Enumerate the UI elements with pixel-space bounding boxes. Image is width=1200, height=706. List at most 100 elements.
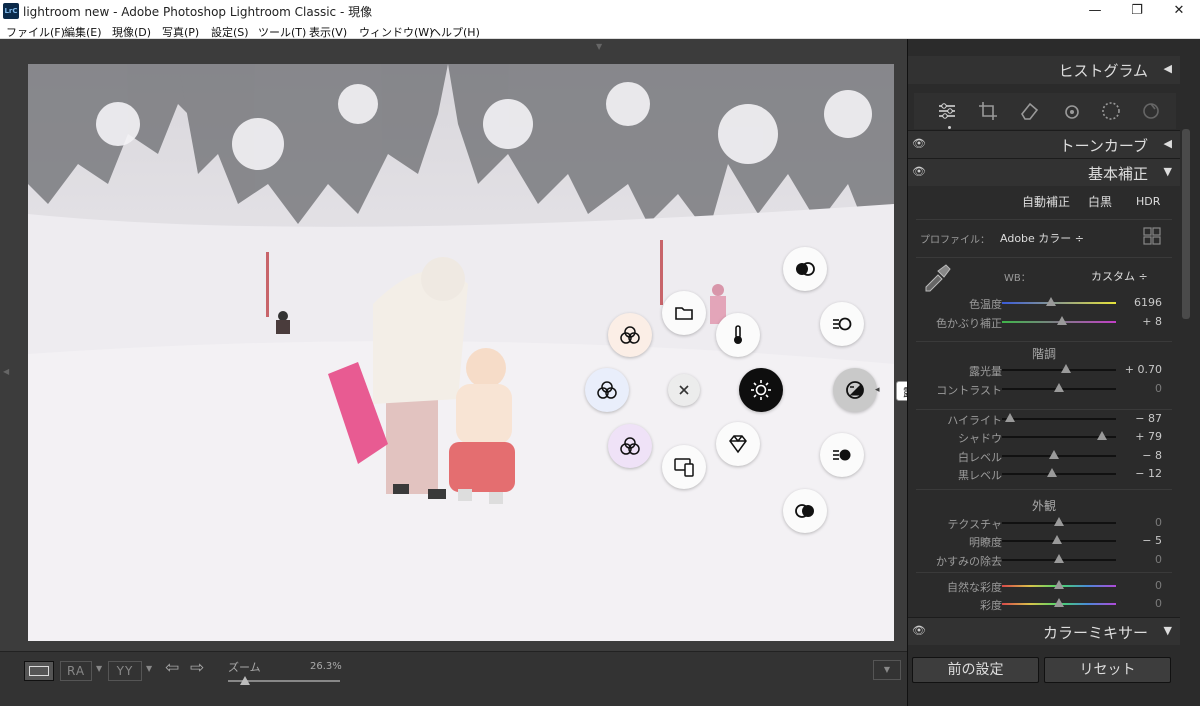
before-after-ra-button[interactable]: RA [60,661,92,681]
menu-file[interactable]: ファイル(F) [6,24,65,40]
slider-thumb[interactable] [1046,297,1057,306]
histogram-header[interactable]: ヒストグラム ◀ [908,56,1180,84]
maximize-button[interactable]: ❐ [1116,0,1158,22]
radial-exposure-button[interactable] [833,368,877,412]
slider-thumb[interactable] [1049,450,1060,459]
highlights-icon [833,317,852,331]
slider-value[interactable]: 0 [1155,579,1162,592]
slider-thumb[interactable] [1054,517,1064,526]
collapse-left-icon[interactable]: ◀ [3,367,9,376]
previous-settings-button[interactable]: 前の設定 [912,657,1039,683]
mask-icon[interactable] [1100,100,1122,122]
slider-track[interactable] [1002,302,1116,304]
radial-folder-button[interactable] [662,291,706,335]
slider-value[interactable]: + 8 [1142,315,1162,328]
slider-track[interactable] [1002,473,1116,475]
menu-settings[interactable]: 設定(S) [211,24,249,40]
eye-icon[interactable]: 👁 [912,165,926,178]
menu-photo[interactable]: 写真(P) [162,24,199,40]
sun-icon [751,380,771,400]
radial-shadows-button[interactable] [820,433,864,477]
slider-thumb[interactable] [1004,413,1015,422]
radial-presence-button[interactable] [716,422,760,466]
slider-value[interactable]: − 87 [1135,412,1162,425]
shadows-icon [833,449,851,461]
slider-thumb[interactable] [1097,431,1108,440]
photo-preview[interactable] [28,64,894,641]
slider-thumb[interactable] [1054,554,1064,563]
slider-label: テクスチャ [947,518,1002,531]
hdr-button[interactable]: HDR [1136,195,1160,213]
slider-value[interactable]: 0 [1155,516,1162,529]
sliders-icon[interactable] [936,100,958,122]
slider-value[interactable]: − 5 [1142,534,1162,547]
arrow-right-icon[interactable]: ⇨ [190,658,204,678]
profile-browser-icon[interactable] [1142,226,1162,246]
slider-thumb[interactable] [1047,468,1058,477]
loupe-view-button[interactable] [24,661,54,681]
panel-scrollbar[interactable] [1182,129,1190,319]
menu-edit[interactable]: 編集(E) [64,24,102,40]
radial-color-grading-button[interactable] [608,313,652,357]
slider-value[interactable]: 0 [1155,597,1162,610]
menu-develop[interactable]: 現像(D) [112,24,151,40]
close-button[interactable]: ✕ [1158,0,1200,22]
eye-icon[interactable]: 👁 [912,137,926,150]
slider-value[interactable]: 0 [1155,553,1162,566]
menu-view[interactable]: 表示(V) [309,24,347,40]
slider-thumb[interactable] [1054,383,1064,392]
eraser-icon[interactable] [1018,100,1040,122]
radial-light-button[interactable] [739,368,783,412]
radial-temperature-button[interactable] [716,313,760,357]
tone-section-label: 階調 [1031,347,1056,361]
slider-value[interactable]: − 12 [1135,467,1162,480]
slider-track[interactable] [1002,418,1116,420]
preset-icon[interactable] [1140,100,1162,122]
auto-button[interactable]: 自動補正 [1022,193,1070,211]
slider-value[interactable]: + 0.70 [1125,363,1162,376]
radial-close-button[interactable] [668,374,700,406]
slider-thumb[interactable] [1054,598,1064,607]
radial-device-button[interactable] [662,445,706,489]
ra-dropdown-icon[interactable]: ▼ [96,664,102,673]
slider-thumb[interactable] [1051,535,1062,544]
slider-value[interactable]: 0 [1155,382,1162,395]
zoom-slider-thumb[interactable] [240,676,250,685]
radial-blacks-button[interactable] [783,489,827,533]
slider-track[interactable] [1002,369,1116,371]
tool-strip [914,93,1176,129]
radial-dehaze-button[interactable] [783,247,827,291]
radial-color-mixer-button[interactable] [608,424,652,468]
radial-hsl-button[interactable] [585,368,629,412]
menu-window[interactable]: ウィンドウ(W) [359,24,433,40]
slider-value[interactable]: + 79 [1135,430,1162,443]
snow-scene-image [28,64,894,641]
reset-button[interactable]: リセット [1044,657,1171,683]
yy-dropdown-icon[interactable]: ▼ [146,664,152,673]
menu-tools[interactable]: ツール(T) [258,24,306,40]
before-after-yy-button[interactable]: YY [108,661,142,681]
eye-icon[interactable]: 👁 [912,624,926,637]
tone-curve-header[interactable]: 👁 トーンカーブ ◀ [908,130,1180,158]
wb-select[interactable]: カスタム ÷ [1091,268,1148,284]
radial-highlights-button[interactable] [820,302,864,346]
menu-help[interactable]: ヘルプ(H) [430,24,480,40]
slider-thumb[interactable] [1057,316,1068,325]
profile-select[interactable]: Adobe カラー ÷ [1000,230,1084,246]
slider-value[interactable]: − 8 [1142,449,1162,462]
slider-thumb[interactable] [1054,580,1064,589]
slider-thumb[interactable] [1060,364,1071,373]
color-mixer-header[interactable]: 👁 カラーミキサー ▼ [908,617,1180,645]
toolbar-menu-button[interactable]: ▼ [873,660,901,680]
arrow-left-icon[interactable]: ⇦ [165,658,179,678]
minimize-button[interactable]: — [1074,0,1116,22]
crop-icon[interactable] [977,100,999,122]
basic-header[interactable]: 👁 基本補正 ▼ [908,158,1180,186]
slider-row: 明瞭度 − 5 [908,532,1180,550]
red-eye-icon[interactable] [1060,100,1082,122]
bw-button[interactable]: 白黒 [1088,193,1112,211]
slider-row: 自然な彩度 0 [908,577,1180,595]
eyedropper-icon[interactable] [920,261,952,293]
slider-value[interactable]: 6196 [1134,296,1162,309]
collapse-top-icon[interactable]: ▼ [596,42,602,51]
